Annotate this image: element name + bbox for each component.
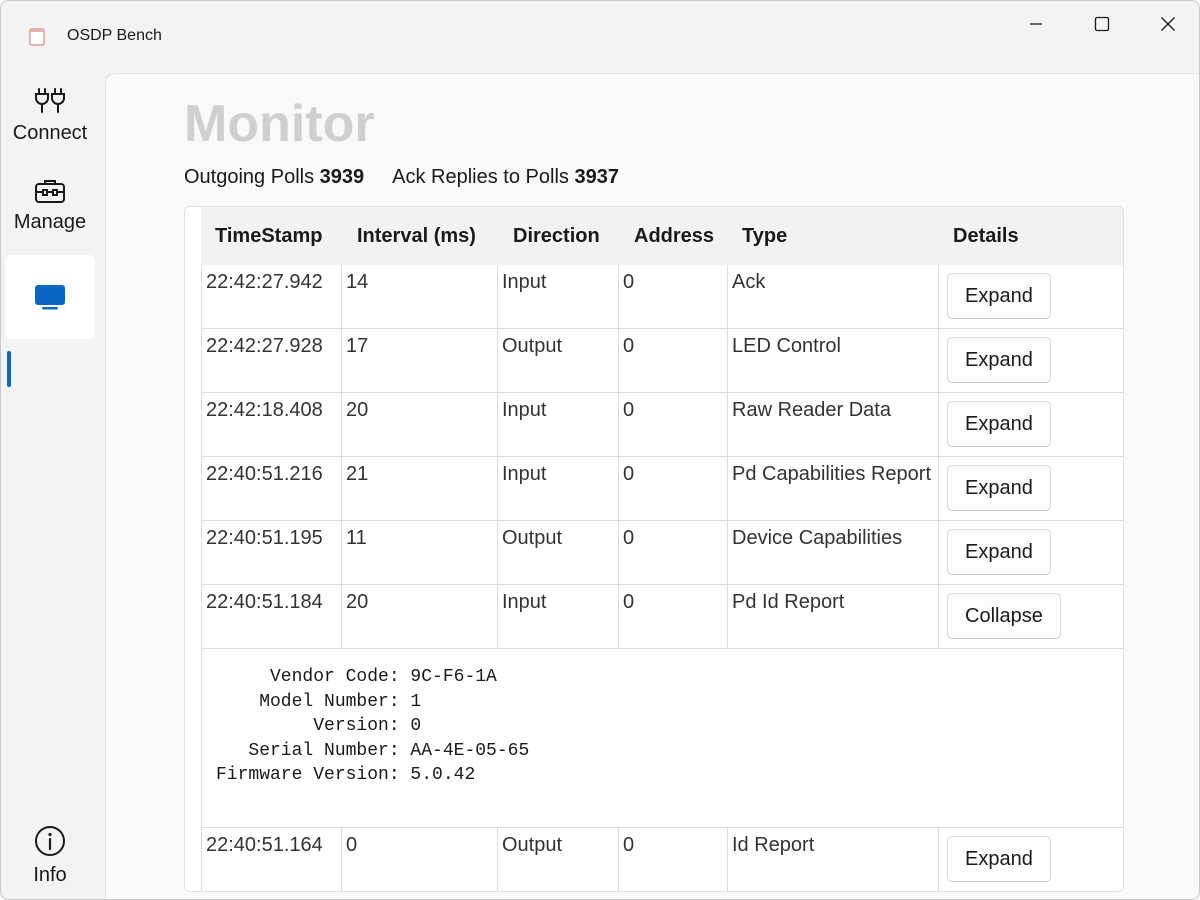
expand-button[interactable]: Expand: [947, 465, 1051, 511]
ack-replies-label: Ack Replies to Polls: [392, 166, 569, 188]
cell-direction: Input: [497, 393, 618, 457]
toolbox-icon: [35, 179, 65, 203]
minimize-button[interactable]: [1003, 1, 1069, 47]
outgoing-polls-value: 3939: [319, 166, 365, 188]
cell-address: 0: [618, 265, 727, 329]
cell-direction: Input: [497, 265, 618, 329]
cell-type: LED Control: [727, 329, 938, 393]
nav-item-info[interactable]: Info: [5, 813, 95, 897]
outgoing-polls-label: Outgoing Polls: [184, 166, 315, 188]
table-row[interactable]: 22:40:51.216 21 Input 0 Pd Capabilities …: [201, 457, 1123, 521]
collapse-button[interactable]: Collapse: [947, 593, 1061, 639]
cell-type: Pd Capabilities Report: [727, 457, 938, 521]
column-header-direction: Direction: [513, 225, 600, 247]
table-row[interactable]: 22:42:18.408 20 Input 0 Raw Reader Data …: [201, 393, 1123, 457]
expand-button[interactable]: Expand: [947, 273, 1051, 319]
cell-details: Expand: [938, 521, 1123, 585]
table-row[interactable]: 22:40:51.195 11 Output 0 Device Capabili…: [201, 521, 1123, 585]
page-title: Monitor: [184, 95, 375, 153]
app-window: OSDP Bench Connect Manage Info Monitor O…: [0, 0, 1200, 900]
nav-item-label: Info: [33, 863, 67, 886]
maximize-button[interactable]: [1069, 1, 1135, 47]
nav-item-monitor[interactable]: [5, 255, 95, 339]
cell-details: Expand: [938, 828, 1123, 891]
cell-details: Expand: [938, 329, 1123, 393]
cell-interval: 20: [341, 585, 497, 649]
cell-type: Device Capabilities: [727, 521, 938, 585]
nav-item-label: Manage: [13, 210, 87, 233]
nav-item-label: Connect: [12, 121, 88, 144]
row-details-panel: Vendor Code: 9C-F6-1A Model Number: 1 Ve…: [201, 649, 1123, 828]
cell-interval: 0: [341, 828, 497, 891]
cell-details: Collapse: [938, 585, 1123, 649]
table-row[interactable]: 22:40:51.164 0 Output 0 Id Report Expand: [201, 828, 1123, 891]
close-button[interactable]: [1135, 1, 1199, 47]
cell-direction: Input: [497, 585, 618, 649]
nav-item-connect[interactable]: Connect: [5, 73, 95, 157]
cell-timestamp: 22:40:51.164: [201, 828, 341, 891]
cell-interval: 21: [341, 457, 497, 521]
cell-direction: Output: [497, 521, 618, 585]
title-bar: OSDP Bench: [1, 1, 1199, 73]
minimize-icon: [1030, 23, 1042, 25]
cell-address: 0: [618, 329, 727, 393]
table-header: TimeStamp Interval (ms) Direction Addres…: [201, 207, 1123, 265]
cell-details: Expand: [938, 457, 1123, 521]
cell-timestamp: 22:42:27.942: [201, 265, 341, 329]
details-text: Vendor Code: 9C-F6-1A Model Number: 1 Ve…: [216, 667, 530, 785]
table-row[interactable]: 22:42:27.928 17 Output 0 LED Control Exp…: [201, 329, 1123, 393]
cell-interval: 20: [341, 393, 497, 457]
cell-timestamp: 22:40:51.195: [201, 521, 341, 585]
maximize-icon: [1094, 16, 1110, 32]
cell-type: Raw Reader Data: [727, 393, 938, 457]
cell-type: Id Report: [727, 828, 938, 891]
nav-item-manage[interactable]: Manage: [5, 163, 95, 247]
cell-address: 0: [618, 585, 727, 649]
cell-address: 0: [618, 521, 727, 585]
cell-address: 0: [618, 457, 727, 521]
monitor-table[interactable]: TimeStamp Interval (ms) Direction Addres…: [184, 206, 1124, 892]
plug-icon: [35, 87, 65, 113]
app-icon: [27, 27, 47, 47]
nav-rail: Connect Manage Info: [1, 73, 105, 899]
column-header-timestamp: TimeStamp: [215, 225, 323, 247]
cell-timestamp: 22:40:51.216: [201, 457, 341, 521]
cell-details: Expand: [938, 265, 1123, 329]
cell-direction: Input: [497, 457, 618, 521]
cell-timestamp: 22:42:18.408: [201, 393, 341, 457]
column-header-details: Details: [953, 225, 1019, 247]
info-icon: [35, 825, 65, 856]
monitor-icon: [35, 285, 65, 310]
cell-type: Pd Id Report: [727, 585, 938, 649]
expand-button[interactable]: Expand: [947, 529, 1051, 575]
app-title: OSDP Bench: [67, 27, 162, 44]
table-row[interactable]: 22:42:27.942 14 Input 0 Ack Expand: [201, 265, 1123, 329]
cell-interval: 11: [341, 521, 497, 585]
expand-button[interactable]: Expand: [947, 337, 1051, 383]
cell-interval: 14: [341, 265, 497, 329]
content-pane: Monitor Outgoing Polls 3939 Ack Replies …: [105, 73, 1199, 899]
poll-stats: Outgoing Polls 3939 Ack Replies to Polls…: [184, 166, 619, 189]
expand-button[interactable]: Expand: [947, 401, 1051, 447]
column-header-interval: Interval (ms): [357, 225, 476, 247]
cell-timestamp: 22:40:51.184: [201, 585, 341, 649]
close-icon: [1161, 17, 1175, 31]
cell-address: 0: [618, 828, 727, 891]
cell-timestamp: 22:42:27.928: [201, 329, 341, 393]
expand-button[interactable]: Expand: [947, 836, 1051, 882]
cell-direction: Output: [497, 828, 618, 891]
column-header-type: Type: [742, 225, 788, 247]
column-header-address: Address: [634, 225, 715, 247]
cell-type: Ack: [727, 265, 938, 329]
table-row[interactable]: 22:40:51.184 20 Input 0 Pd Id Report Col…: [201, 585, 1123, 649]
ack-replies-value: 3937: [574, 166, 619, 188]
cell-direction: Output: [497, 329, 618, 393]
cell-interval: 17: [341, 329, 497, 393]
selection-indicator: [7, 351, 11, 387]
cell-address: 0: [618, 393, 727, 457]
cell-details: Expand: [938, 393, 1123, 457]
